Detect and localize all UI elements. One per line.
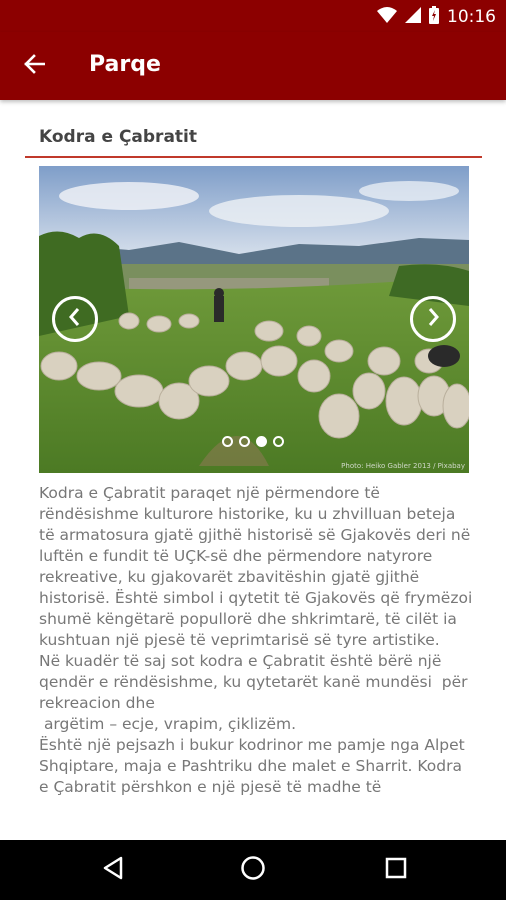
slide-indicator bbox=[222, 436, 284, 447]
section-divider bbox=[25, 156, 482, 158]
status-time: 10:16 bbox=[447, 7, 496, 27]
nav-home-button[interactable] bbox=[238, 855, 268, 885]
back-button[interactable] bbox=[16, 48, 52, 84]
image-slider[interactable]: Photo: Heiko Gabler 2013 / Pixabay bbox=[39, 166, 469, 473]
chevron-right-icon bbox=[425, 306, 441, 332]
content-area[interactable]: Kodra e Çabratit Photo: Heiko Gabler 201… bbox=[0, 100, 506, 840]
slide-dot[interactable] bbox=[239, 436, 250, 447]
slide-image: Photo: Heiko Gabler 2013 / Pixabay bbox=[39, 166, 469, 473]
next-slide-button[interactable] bbox=[410, 296, 456, 342]
battery-icon bbox=[429, 6, 439, 28]
section-title: Kodra e Çabratit bbox=[39, 127, 197, 147]
page-title: Parqe bbox=[89, 52, 161, 77]
nav-recents-button[interactable] bbox=[381, 855, 411, 885]
slide-dot[interactable] bbox=[222, 436, 233, 447]
chevron-left-icon bbox=[67, 306, 83, 332]
status-icons: 10:16 bbox=[377, 6, 496, 28]
nav-recents-icon bbox=[385, 857, 407, 883]
cell-signal-icon bbox=[405, 7, 421, 27]
nav-back-button[interactable] bbox=[98, 855, 128, 885]
navigation-bar bbox=[0, 840, 506, 900]
wifi-icon bbox=[377, 7, 397, 27]
app-bar: Parqe bbox=[0, 32, 506, 100]
back-arrow-icon bbox=[23, 53, 46, 79]
slide-dot[interactable] bbox=[256, 436, 267, 447]
photo-credit: Photo: Heiko Gabler 2013 / Pixabay bbox=[341, 462, 465, 470]
previous-slide-button[interactable] bbox=[52, 296, 98, 342]
nav-back-icon bbox=[102, 856, 124, 884]
status-bar: 10:16 bbox=[0, 0, 506, 32]
slide-dot[interactable] bbox=[273, 436, 284, 447]
nav-home-icon bbox=[240, 855, 266, 885]
description-text: Kodra e Çabratit paraqet një përmendore … bbox=[39, 484, 473, 796]
